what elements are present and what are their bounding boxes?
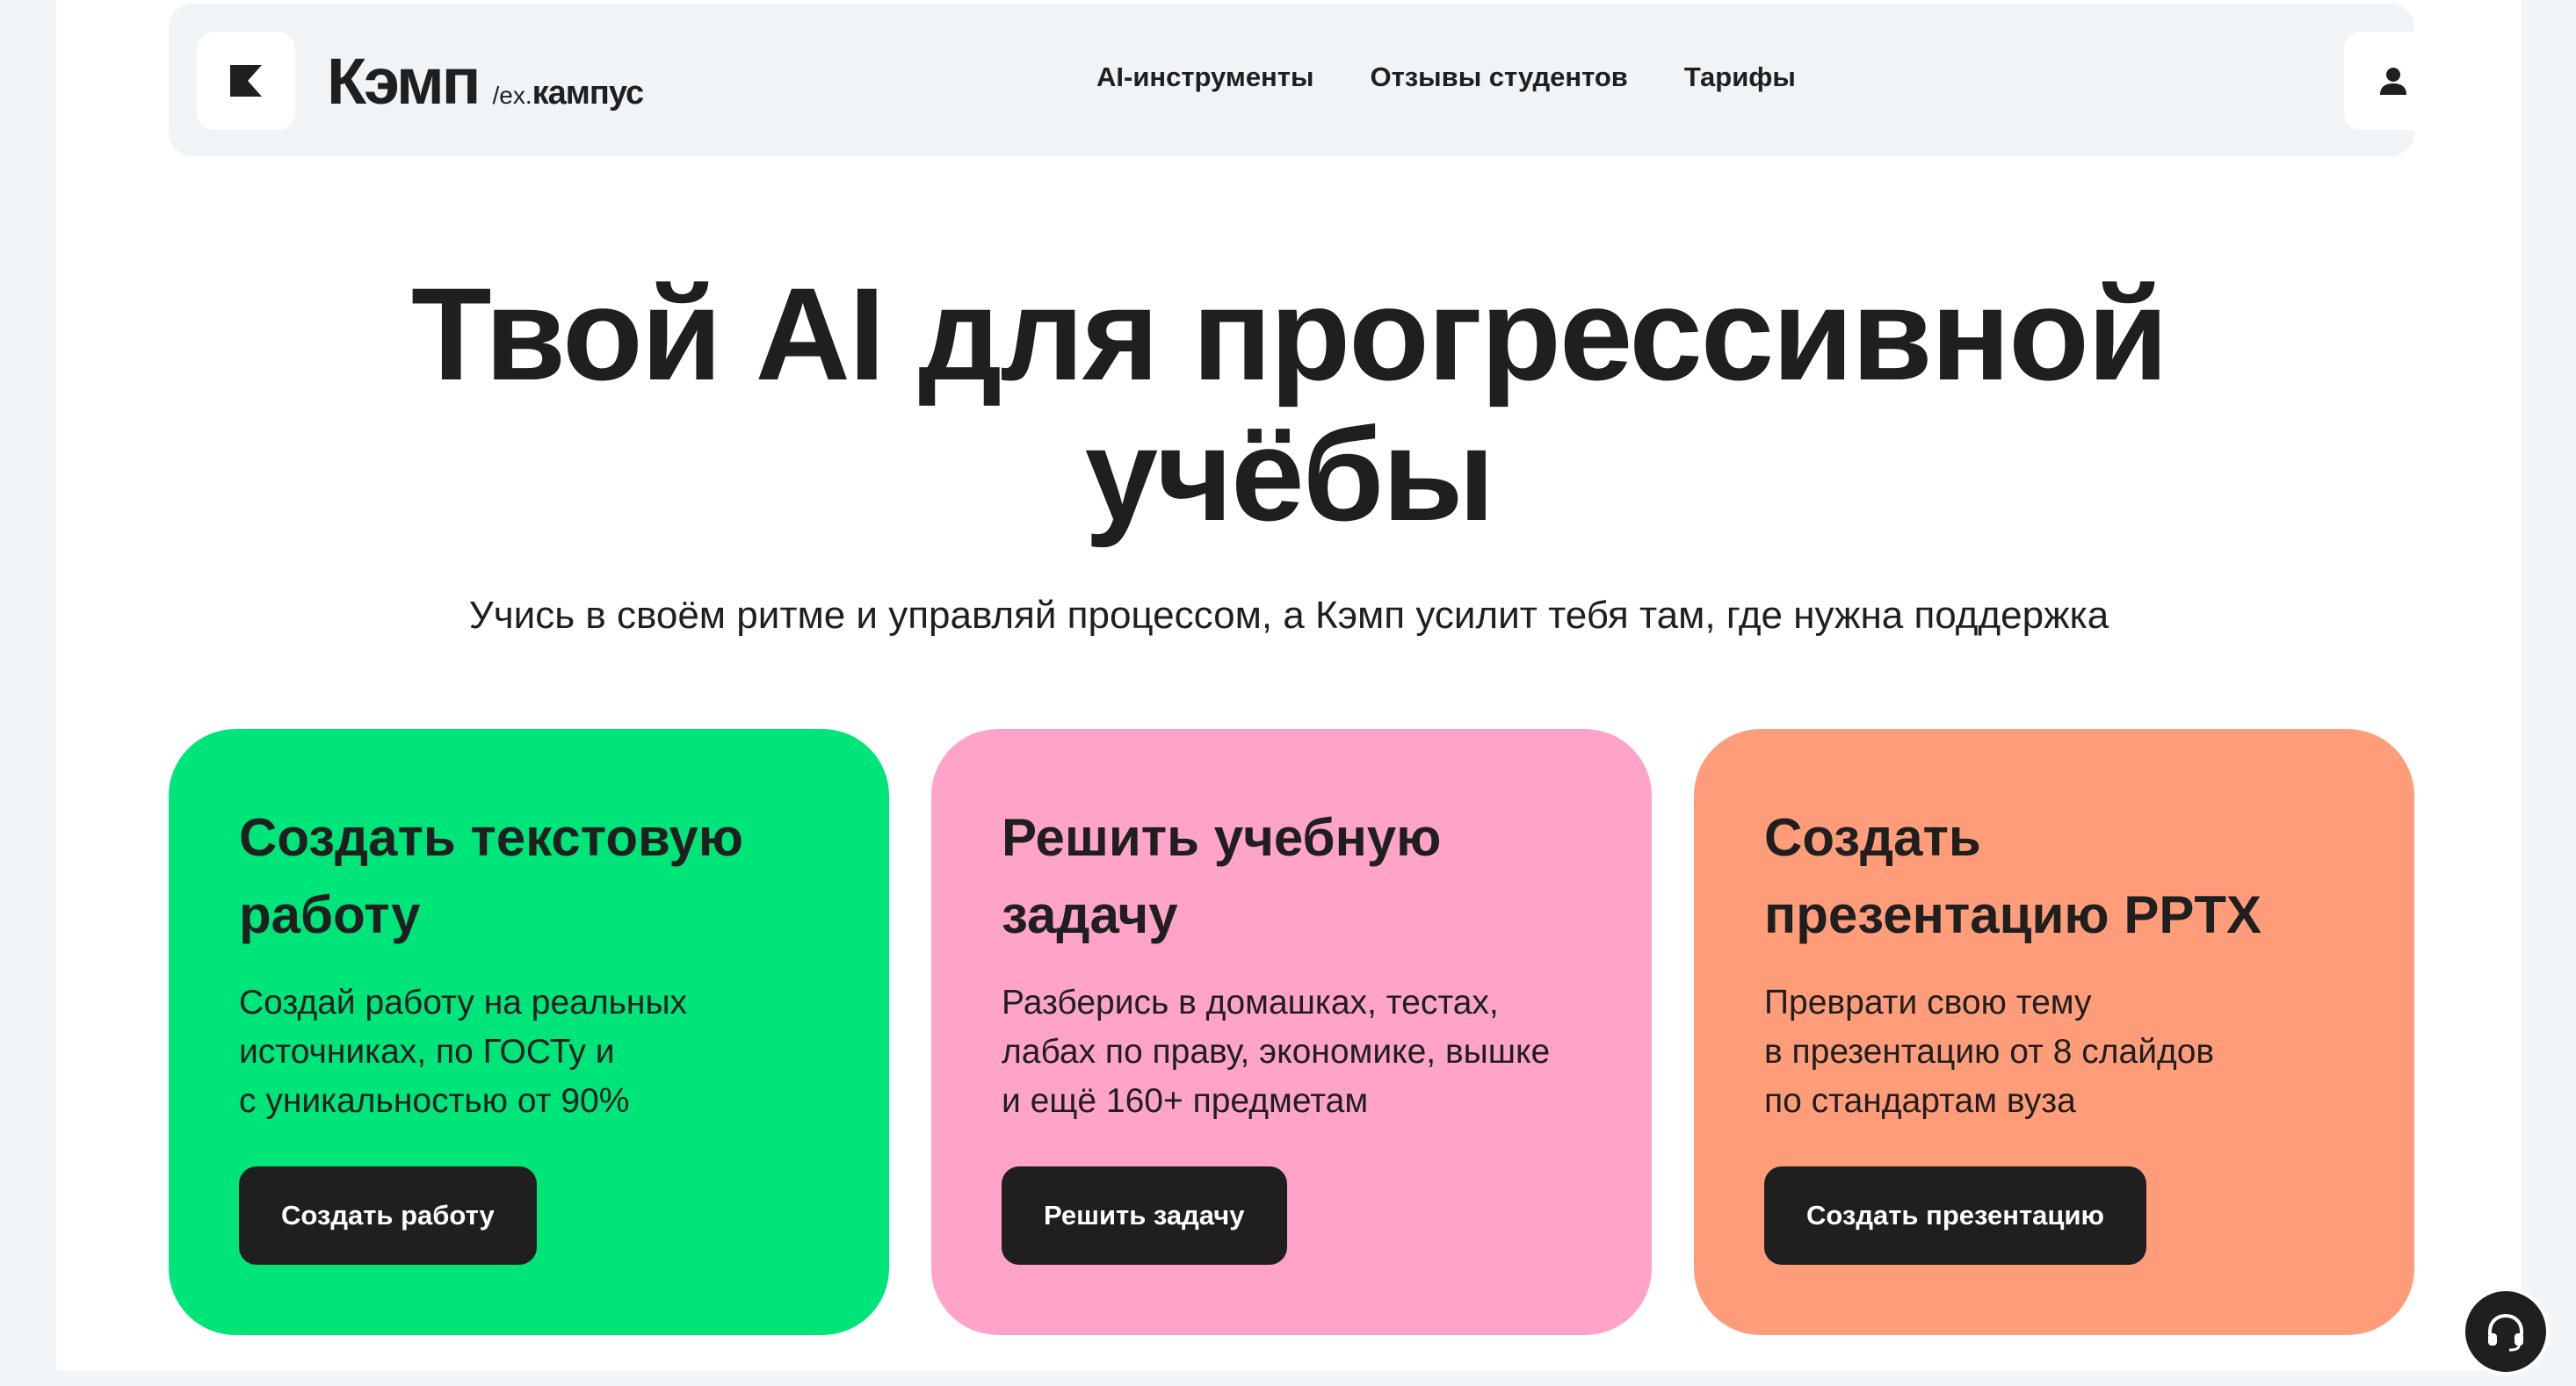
card-title: Создать текстовую работу xyxy=(239,799,819,954)
card-title-line2: работу xyxy=(239,885,421,944)
card-title: Создать презентацию PPTX xyxy=(1764,799,2344,954)
card-desc-line1: Создай работу на реальных xyxy=(239,984,687,1021)
nav-ai-tools[interactable]: AI-инструменты xyxy=(1096,61,1313,93)
hero-title-line1: Твой AI для прогрессивной xyxy=(410,260,2168,408)
card-description: Преврати свою тему в презентацию от 8 сл… xyxy=(1764,978,2344,1126)
hero-subtitle: Учись в своём ритме и управляй процессом… xyxy=(468,594,2109,637)
card-text-work: Создать текстовую работу Создай работу н… xyxy=(169,729,889,1335)
card-desc-line2: источниках, по ГОСТу и xyxy=(239,1033,615,1071)
user-icon xyxy=(2380,68,2406,95)
hero-title: Твой AI для прогрессивной учёбы xyxy=(56,263,2522,545)
create-work-button[interactable]: Создать работу xyxy=(239,1166,537,1265)
card-title-line1: Решить учебную xyxy=(1002,808,1442,867)
hero-title-line2: учёбы xyxy=(1084,401,1495,548)
card-desc-line1: Преврати свою тему xyxy=(1764,984,2092,1021)
k-logo-icon xyxy=(230,65,262,97)
card-title-line2: презентацию PPTX xyxy=(1764,885,2262,944)
card-desc-line2: лабах по праву, экономике, вышке xyxy=(1002,1033,1551,1071)
solve-task-button[interactable]: Решить задачу xyxy=(1002,1166,1287,1265)
brand-wordmark[interactable]: Кэмп /ex. кампус xyxy=(327,44,645,119)
logo-button[interactable] xyxy=(197,32,295,130)
card-title-line1: Создать текстовую xyxy=(239,808,744,867)
card-desc-line3: и ещё 160+ предметам xyxy=(1002,1082,1369,1120)
card-title-line1: Создать xyxy=(1764,808,1981,867)
brand-ex-name: кампус xyxy=(532,75,645,112)
card-title-line2: задачу xyxy=(1002,885,1178,944)
brand-name: Кэмп xyxy=(327,45,481,118)
card-description: Разберись в домашках, тестах, лабах по п… xyxy=(1002,978,1581,1126)
main-nav: AI-инструменты Отзывы студентов Тарифы xyxy=(1096,61,1796,93)
site-header: Кэмп /ex. кампус AI-инструменты Отзывы с… xyxy=(169,4,2442,156)
card-desc-line3: по стандартам вуза xyxy=(1764,1082,2076,1120)
card-solve-task: Решить учебную задачу Разберись в домашк… xyxy=(931,729,1652,1335)
nav-pricing[interactable]: Тарифы xyxy=(1684,61,1796,93)
profile-button[interactable] xyxy=(2344,32,2442,130)
headset-icon xyxy=(2488,1313,2523,1352)
support-chat-button[interactable] xyxy=(2462,1288,2550,1375)
nav-student-reviews[interactable]: Отзывы студентов xyxy=(1370,61,1627,93)
brand-ex-prefix: /ex. xyxy=(492,82,532,109)
create-presentation-button[interactable]: Создать презентацию xyxy=(1764,1166,2146,1265)
card-desc-line3: с уникальностью от 90% xyxy=(239,1082,630,1120)
page: Кэмп /ex. кампус AI-инструменты Отзывы с… xyxy=(56,0,2522,1370)
card-description: Создай работу на реальных источниках, по… xyxy=(239,978,819,1126)
card-desc-line1: Разберись в домашках, тестах, xyxy=(1002,984,1499,1021)
card-presentation: Создать презентацию PPTX Преврати свою т… xyxy=(1694,729,2414,1335)
card-desc-line2: в презентацию от 8 слайдов xyxy=(1764,1033,2215,1071)
card-title: Решить учебную задачу xyxy=(1002,799,1581,954)
